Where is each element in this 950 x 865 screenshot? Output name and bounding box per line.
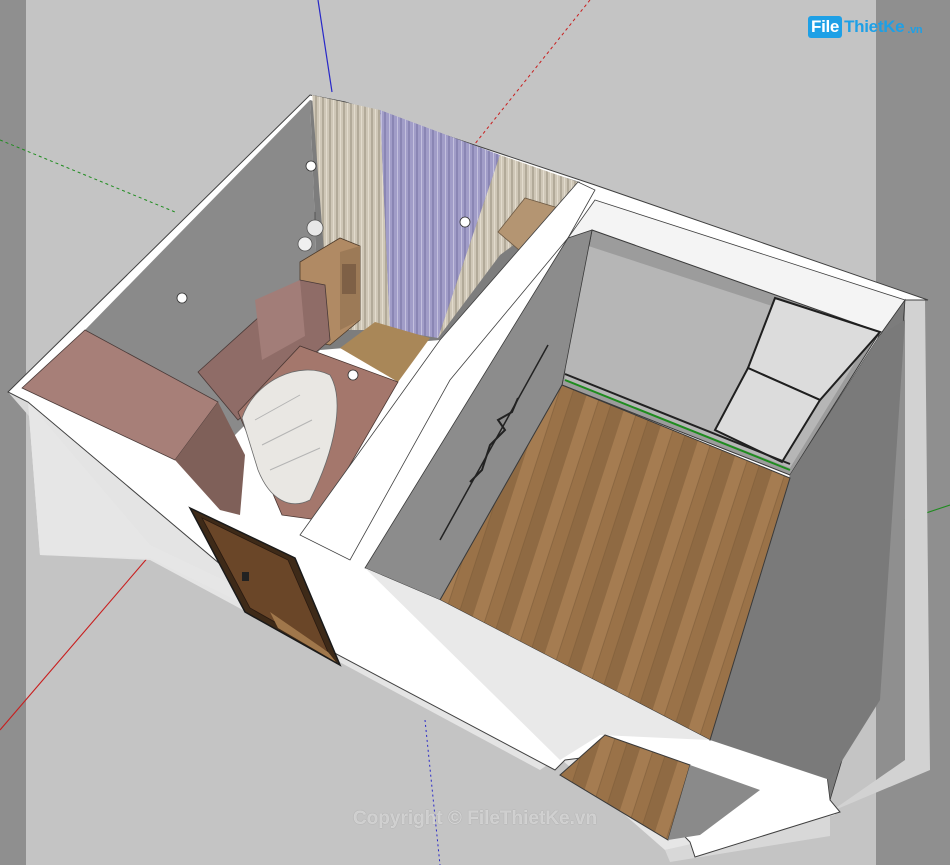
ceiling-light bbox=[347, 369, 359, 381]
green-axis-dashed bbox=[0, 139, 176, 213]
logo-text: ThietKe bbox=[844, 17, 905, 36]
vase-ornament bbox=[306, 219, 324, 237]
blue-axis bbox=[317, 0, 333, 93]
copyright-watermark: Copyright © FileThietKe.vn bbox=[352, 808, 598, 829]
logo-boxed-text: File bbox=[808, 16, 843, 38]
door-handle bbox=[242, 572, 249, 581]
blue-axis-dashed bbox=[424, 719, 441, 865]
ceiling-light bbox=[459, 216, 471, 228]
room-3d-model[interactable] bbox=[0, 0, 950, 865]
modeling-viewport[interactable]: File ThietKe .vn Copyright © FileThietKe… bbox=[0, 0, 950, 865]
red-axis bbox=[0, 554, 151, 731]
ceiling-light bbox=[305, 160, 317, 172]
brand-logo: File ThietKe .vn bbox=[808, 12, 923, 42]
red-axis-dashed bbox=[469, 0, 591, 151]
logo-suffix: .vn bbox=[907, 23, 923, 36]
ceiling-light bbox=[176, 292, 188, 304]
